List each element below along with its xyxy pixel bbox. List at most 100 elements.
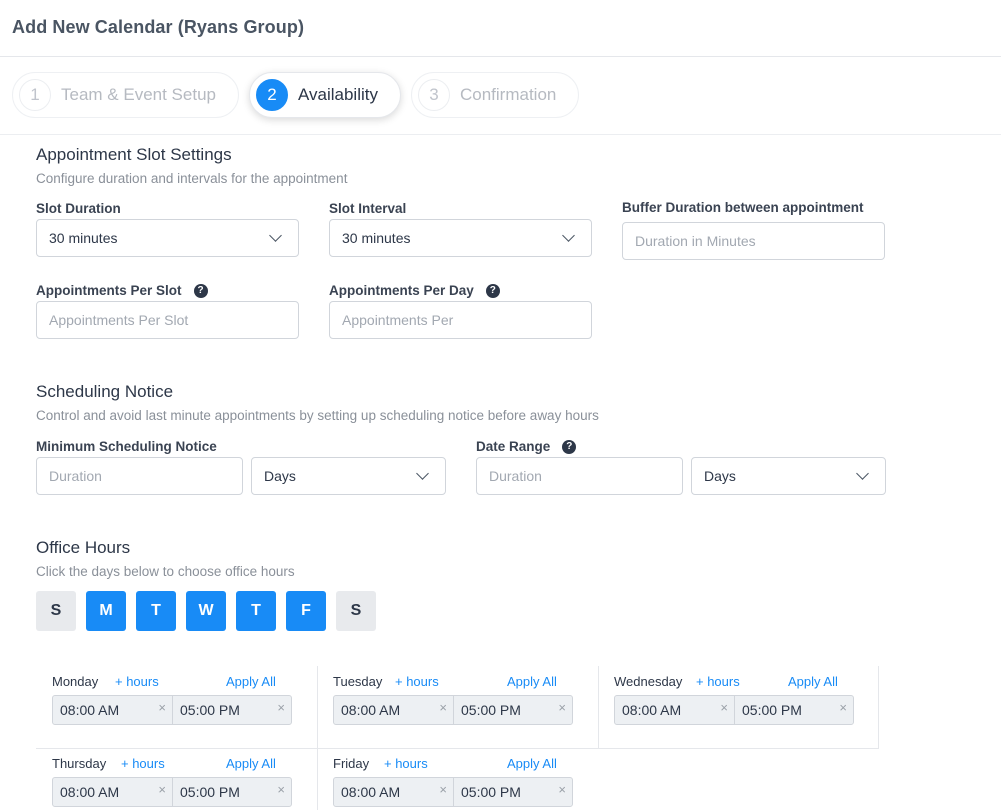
day-toggle-monday[interactable]: M: [86, 591, 126, 631]
end-time-input[interactable]: 05:00 PM ×: [453, 696, 572, 724]
apply-all-link[interactable]: Apply All: [507, 756, 557, 771]
slot-interval-label-text: Slot Interval: [329, 201, 407, 216]
end-time-input[interactable]: 05:00 PM ×: [172, 778, 291, 806]
clear-icon[interactable]: ×: [558, 700, 566, 715]
day-toggle-tuesday[interactable]: T: [136, 591, 176, 631]
buffer-duration-input[interactable]: [622, 222, 885, 260]
time-range: 08:00 AM × 05:00 PM ×: [333, 777, 573, 807]
chevron-down-icon: [856, 467, 869, 480]
clear-icon[interactable]: ×: [558, 782, 566, 797]
start-time-input[interactable]: 08:00 AM ×: [615, 696, 734, 724]
date-range-label-text: Date Range: [476, 439, 551, 454]
start-time-value: 08:00 AM: [341, 784, 401, 800]
end-time-input[interactable]: 05:00 PM ×: [453, 778, 572, 806]
day-name: Wednesday: [614, 674, 683, 689]
date-range-duration-input[interactable]: [476, 457, 683, 495]
appointments-per-day-label: Appointments Per Day ?: [329, 283, 500, 298]
start-time-input[interactable]: 08:00 AM ×: [334, 696, 453, 724]
clear-icon[interactable]: ×: [839, 700, 847, 715]
chevron-down-icon: [562, 229, 575, 242]
buffer-duration-label-text: Buffer Duration between appointment: [622, 200, 864, 215]
clear-icon[interactable]: ×: [277, 782, 285, 797]
time-range: 08:00 AM × 05:00 PM ×: [614, 695, 854, 725]
step-availability[interactable]: 2 Availability: [248, 72, 401, 118]
end-time-value: 05:00 PM: [180, 702, 240, 718]
clear-icon[interactable]: ×: [439, 782, 447, 797]
step-number: 1: [19, 79, 51, 111]
day-name: Tuesday: [333, 674, 383, 689]
start-time-input[interactable]: 08:00 AM ×: [334, 778, 453, 806]
appointments-per-slot-label: Appointments Per Slot ?: [36, 283, 208, 298]
time-range: 08:00 AM × 05:00 PM ×: [52, 777, 292, 807]
start-time-value: 08:00 AM: [341, 702, 401, 718]
min-notice-unit-select[interactable]: Days: [251, 457, 446, 495]
page-header: Add New Calendar (Ryans Group): [0, 0, 1001, 57]
add-hours-link[interactable]: + hours: [115, 674, 159, 689]
day-toggle-wednesday[interactable]: W: [186, 591, 226, 631]
date-range-unit-value: Days: [704, 468, 736, 484]
clear-icon[interactable]: ×: [439, 700, 447, 715]
clear-icon[interactable]: ×: [277, 700, 285, 715]
day-hours-tuesday: Tuesday + hours Apply All 08:00 AM × 05:0…: [317, 666, 598, 748]
page-title: Add New Calendar (Ryans Group): [12, 17, 305, 37]
slot-settings-title: Appointment Slot Settings: [36, 145, 232, 164]
chevron-down-icon: [269, 229, 282, 242]
min-notice-label-text: Minimum Scheduling Notice: [36, 439, 217, 454]
min-notice-duration-input[interactable]: [36, 457, 243, 495]
scheduling-notice-title: Scheduling Notice: [36, 382, 174, 401]
day-name: Friday: [333, 756, 370, 771]
clear-icon[interactable]: ×: [720, 700, 728, 715]
start-time-value: 08:00 AM: [60, 702, 120, 718]
time-range: 08:00 AM × 05:00 PM ×: [52, 695, 292, 725]
slot-duration-label: Slot Duration: [36, 201, 121, 216]
add-hours-link[interactable]: + hours: [384, 756, 428, 771]
slot-interval-select[interactable]: 30 minutes: [329, 219, 592, 257]
step-team-event-setup[interactable]: 1 Team & Event Setup: [12, 72, 239, 118]
start-time-value: 08:00 AM: [60, 784, 120, 800]
end-time-value: 05:00 PM: [461, 702, 521, 718]
appointments-per-day-input[interactable]: [329, 301, 592, 339]
apply-all-link[interactable]: Apply All: [788, 674, 838, 689]
slot-duration-label-text: Slot Duration: [36, 201, 121, 216]
end-time-value: 05:00 PM: [180, 784, 240, 800]
time-range: 08:00 AM × 05:00 PM ×: [333, 695, 573, 725]
step-label: Confirmation: [460, 85, 557, 104]
add-hours-link[interactable]: + hours: [395, 674, 439, 689]
step-confirmation[interactable]: 3 Confirmation: [411, 72, 580, 118]
start-time-input[interactable]: 08:00 AM ×: [53, 696, 172, 724]
clear-icon[interactable]: ×: [158, 782, 166, 797]
clear-icon[interactable]: ×: [158, 700, 166, 715]
scheduling-notice-subtitle: Control and avoid last minute appointmen…: [36, 408, 599, 423]
day-toggle-saturday[interactable]: S: [336, 591, 376, 631]
end-time-input[interactable]: 05:00 PM ×: [172, 696, 291, 724]
end-time-value: 05:00 PM: [742, 702, 802, 718]
office-hours-subtitle: Click the days below to choose office ho…: [36, 564, 295, 579]
header-divider: [0, 134, 1001, 135]
start-time-input[interactable]: 08:00 AM ×: [53, 778, 172, 806]
help-icon[interactable]: ?: [562, 439, 577, 454]
date-range-label: Date Range ?: [476, 439, 577, 454]
step-number: 2: [255, 79, 288, 111]
help-icon[interactable]: ?: [485, 283, 500, 298]
min-notice-label: Minimum Scheduling Notice: [36, 439, 217, 454]
apply-all-link[interactable]: Apply All: [226, 756, 276, 771]
day-toggle-thursday[interactable]: T: [236, 591, 276, 631]
step-number: 3: [418, 79, 450, 111]
apply-all-link[interactable]: Apply All: [507, 674, 557, 689]
slot-duration-value: 30 minutes: [49, 230, 118, 246]
help-icon[interactable]: ?: [193, 283, 208, 298]
add-hours-link[interactable]: + hours: [696, 674, 740, 689]
slot-duration-select[interactable]: 30 minutes: [36, 219, 299, 257]
appointments-per-slot-input[interactable]: [36, 301, 299, 339]
weekday-picker: S M T W T F S: [36, 591, 376, 631]
day-toggle-sunday[interactable]: S: [36, 591, 76, 631]
day-toggle-friday[interactable]: F: [286, 591, 326, 631]
date-range-unit-select[interactable]: Days: [691, 457, 886, 495]
slot-settings-subtitle: Configure duration and intervals for the…: [36, 171, 348, 186]
day-hours-thursday: Thursday + hours Apply All 08:00 AM × 05:…: [36, 748, 317, 810]
add-hours-link[interactable]: + hours: [121, 756, 165, 771]
end-time-input[interactable]: 05:00 PM ×: [734, 696, 853, 724]
apply-all-link[interactable]: Apply All: [226, 674, 276, 689]
day-name: Monday: [52, 674, 99, 689]
slot-interval-value: 30 minutes: [342, 230, 411, 246]
